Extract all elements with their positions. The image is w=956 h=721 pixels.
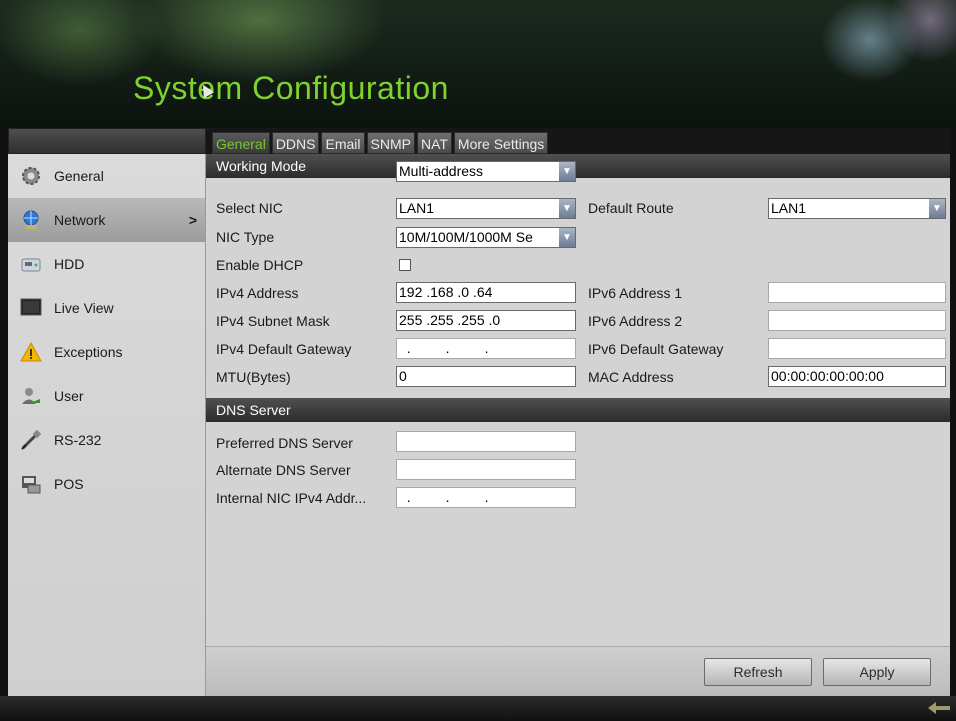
app-title: System Configuration [133,70,449,106]
apply-button[interactable]: Apply [823,658,931,686]
sidebar-item-label: General [54,168,104,184]
sidebar-item-label: Network [54,212,106,228]
mac-address-label: MAC Address [588,369,674,385]
preferred-dns-label: Preferred DNS Server [216,435,353,451]
default-route-select[interactable]: LAN1 ▼ [768,198,946,219]
select-nic-select[interactable]: LAN1 ▼ [396,198,576,219]
gear-icon [20,165,42,187]
working-mode-label: Working Mode [216,158,307,174]
tab-bar: General DDNS Email SNMP NAT More Setting… [212,132,549,154]
dns-server-section-header: DNS Server [206,398,950,422]
sidebar-header-strip [8,128,206,154]
ipv6-address-2-field[interactable] [768,310,946,331]
monitor-icon [20,297,42,319]
chevron-down-icon: ▼ [559,162,575,181]
sidebar-item-hdd[interactable]: HDD [8,242,205,286]
sidebar-item-network[interactable]: Network > [8,198,205,242]
enable-dhcp-label: Enable DHCP [216,257,304,273]
mtu-label: MTU(Bytes) [216,369,291,385]
sidebar-item-label: HDD [54,256,85,272]
sidebar-item-label: User [54,388,84,404]
sidebar-item-general[interactable]: General [8,154,205,198]
nic-type-select[interactable]: 10M/100M/1000M Se ▼ [396,227,576,248]
tab-snmp[interactable]: SNMP [366,132,415,154]
ipv4-address-label: IPv4 Address [216,285,299,301]
working-mode-row: Working Mode [206,154,950,178]
ipv6-address-1-label: IPv6 Address 1 [588,285,683,301]
ipv6-gateway-field[interactable] [768,338,946,359]
ipv6-address-2-label: IPv6 Address 2 [588,313,683,329]
ipv4-gateway-label: IPv4 Default Gateway [216,341,352,357]
pos-terminal-icon [20,473,42,495]
action-footer: Refresh Apply [206,646,950,696]
default-route-label: Default Route [588,200,674,216]
sidebar-item-label: POS [54,476,84,492]
select-nic-label: Select NIC [216,200,283,216]
serial-cable-icon [20,429,42,451]
internal-nic-ipv4-field[interactable]: . . . [396,487,576,508]
chevron-down-icon: ▼ [929,199,945,218]
ipv6-gateway-label: IPv6 Default Gateway [588,341,724,357]
sidebar-item-rs232[interactable]: RS-232 [8,418,205,462]
network-settings-panel: Working Mode Multi-address ▼ Select NIC … [206,154,950,696]
sidebar-item-exceptions[interactable]: Exceptions [8,330,205,374]
tab-email[interactable]: Email [321,132,365,154]
ipv4-gateway-field[interactable]: . . . [396,338,576,359]
sidebar-item-user[interactable]: User [8,374,205,418]
ipv4-address-field[interactable]: 192 .168 .0 .64 [396,282,576,303]
status-bar [0,696,956,721]
warning-icon [20,341,42,363]
mtu-field[interactable]: 0 [396,366,576,387]
working-mode-select[interactable]: Multi-address ▼ [396,161,576,182]
alternate-dns-field[interactable] [396,459,576,480]
sidebar-item-label: Exceptions [54,344,123,360]
user-icon [20,385,42,407]
tab-nat[interactable]: NAT [416,132,452,154]
internal-nic-ipv4-label: Internal NIC IPv4 Addr... [216,490,367,506]
mac-address-field[interactable]: 00:00:00:00:00:00 [768,366,946,387]
sidebar-item-label: RS-232 [54,432,102,448]
chevron-down-icon: ▼ [559,199,575,218]
ipv6-address-1-field[interactable] [768,282,946,303]
sidebar: General Network > HDD Live View Exceptio… [8,154,206,696]
tab-ddns[interactable]: DDNS [271,132,320,154]
sidebar-item-label: Live View [54,300,114,316]
tab-more-settings[interactable]: More Settings [453,132,549,154]
enable-dhcp-checkbox[interactable] [399,259,411,271]
tab-general[interactable]: General [212,132,270,154]
nic-type-label: NIC Type [216,229,275,245]
refresh-button[interactable]: Refresh [704,658,812,686]
header-banner: System Configuration [0,0,956,128]
sidebar-item-live-view[interactable]: Live View [8,286,205,330]
hdd-icon [20,253,42,275]
dns-server-title: DNS Server [216,402,291,418]
sidebar-item-pos[interactable]: POS [8,462,205,506]
alternate-dns-label: Alternate DNS Server [216,462,351,478]
ipv4-subnet-field[interactable]: 255 .255 .255 .0 [396,310,576,331]
preferred-dns-field[interactable] [396,431,576,452]
chevron-right-icon: > [188,212,197,228]
chevron-down-icon: ▼ [559,228,575,247]
ipv4-subnet-label: IPv4 Subnet Mask [216,313,330,329]
network-icon [20,209,42,231]
back-arrow-icon[interactable] [928,701,950,715]
